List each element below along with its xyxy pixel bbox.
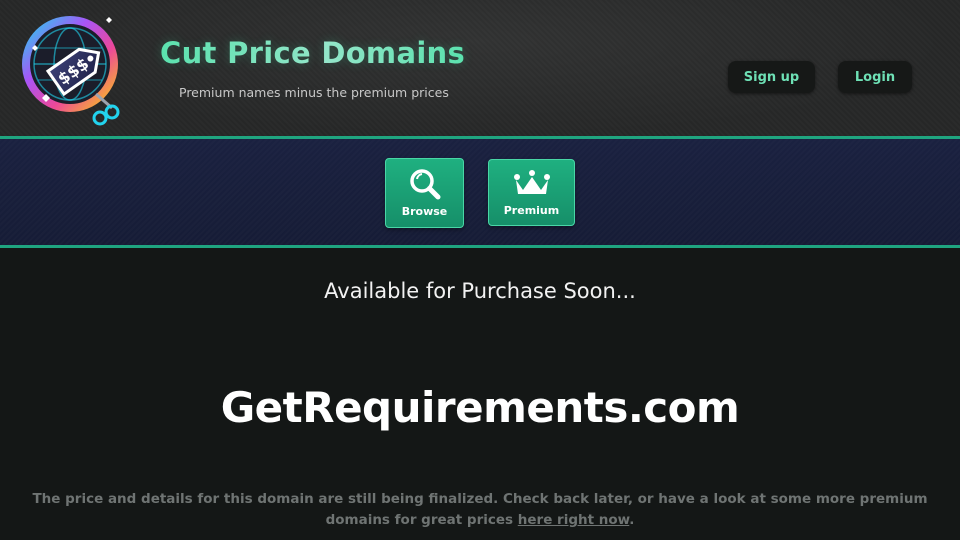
browse-button[interactable]: Browse [385,158,464,228]
availability-heading: Available for Purchase Soon... [324,279,636,303]
premium-domains-link[interactable]: here right now [518,512,630,528]
browse-label: Browse [401,205,448,218]
details-end: . [629,512,635,528]
brand-tagline: Premium names minus the premium prices [179,85,449,100]
brand-logo-icon[interactable]: $$$ [12,8,132,128]
site-header [0,0,960,137]
nav-divider [0,245,960,248]
login-button[interactable]: Login [838,61,912,93]
domain-details: The price and details for this domain ar… [20,489,940,531]
nav-band [0,139,960,246]
signup-button[interactable]: Sign up [728,61,815,93]
domain-name: GetRequirements.com [220,383,740,432]
premium-button[interactable]: Premium [488,159,575,226]
magnifier-icon [409,169,440,200]
premium-label: Premium [503,204,560,217]
details-text: The price and details for this domain ar… [32,491,928,528]
crown-icon [513,170,550,194]
brand-title[interactable]: Cut Price Domains [160,36,465,70]
